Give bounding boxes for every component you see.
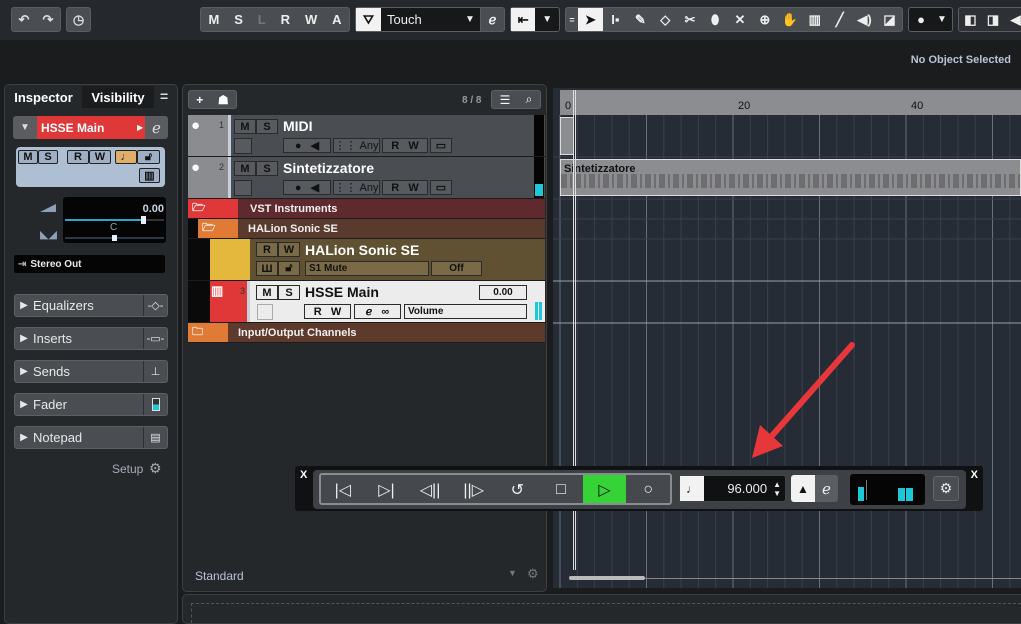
stop-icon[interactable]: □ xyxy=(539,475,583,503)
transport-settings-gear-icon[interactable]: ⚙ xyxy=(933,476,959,501)
transport-bar: X X |◁ ▷| ◁|| ||▷ ↺ □ ▷ ○ ♩ 96.000 ▲ ▼ ▲ … xyxy=(295,466,983,511)
metronome-group: ▲ ℯ xyxy=(791,475,838,502)
tempo-field[interactable]: ♩ 96.000 ▲ ▼ xyxy=(679,475,786,502)
close-right-button[interactable]: X xyxy=(971,469,978,481)
record-icon[interactable]: ○ xyxy=(626,475,670,503)
rewind-icon[interactable]: ◁|| xyxy=(408,475,452,503)
activity-meter xyxy=(850,474,925,505)
go-to-start-icon[interactable]: |◁ xyxy=(321,475,365,503)
tempo-track-icon[interactable]: ♩ xyxy=(680,476,704,501)
cycle-icon[interactable]: ↺ xyxy=(496,475,540,503)
go-to-end-icon[interactable]: ▷| xyxy=(365,475,409,503)
metronome-icon[interactable]: ▲ xyxy=(791,475,815,502)
edit-icon[interactable]: ℯ xyxy=(815,475,838,502)
close-left-button[interactable]: X xyxy=(300,469,307,481)
transport-controls: |◁ ▷| ◁|| ||▷ ↺ □ ▷ ○ xyxy=(319,473,672,505)
red-arrow-annotation xyxy=(752,342,855,458)
play-icon[interactable]: ▷ xyxy=(582,475,627,503)
tempo-value[interactable]: 96.000 xyxy=(704,481,773,496)
forward-icon[interactable]: ||▷ xyxy=(452,475,496,503)
tempo-stepper-icon[interactable]: ▲ ▼ xyxy=(773,480,785,498)
